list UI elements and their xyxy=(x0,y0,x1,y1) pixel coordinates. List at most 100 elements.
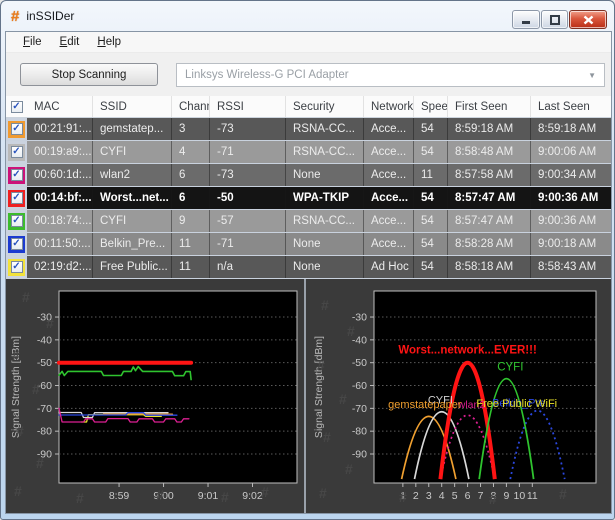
row-checkbox-cell: ✓ xyxy=(6,187,27,209)
header-cell-mac[interactable]: MAC xyxy=(27,96,93,117)
cell-ssid: Free Public... xyxy=(93,256,172,278)
x-tick-label: 7 xyxy=(478,490,484,502)
cell-first_seen: 8:57:47 AM xyxy=(448,187,531,209)
cell-ssid: CYFI xyxy=(93,141,172,163)
network-checkbox[interactable]: ✓ xyxy=(8,121,25,138)
cell-first_seen: 8:58:18 AM xyxy=(448,256,531,278)
cell-ssid: Worst...net... xyxy=(93,187,172,209)
network-checkbox[interactable]: ✓ xyxy=(8,144,25,161)
header-cell-first-seen[interactable]: First Seen xyxy=(448,96,531,117)
network-checkbox[interactable]: ✓ xyxy=(8,213,25,230)
channel-graph: -30-40-50-60-70-80-901234567891011Signal… xyxy=(309,279,611,510)
cell-last_seen: 9:00:18 AM xyxy=(531,233,611,255)
table-row[interactable]: ✓00:18:74:...CYFI9-57RSNA-CC...Acce...54… xyxy=(6,210,611,232)
cell-mac: 00:21:91:... xyxy=(27,118,93,140)
x-tick-label: 9:00 xyxy=(153,490,174,502)
cell-first_seen: 8:57:58 AM xyxy=(448,164,531,186)
stop-scanning-button[interactable]: Stop Scanning xyxy=(20,63,158,86)
checkbox-box: ✓ xyxy=(11,101,23,113)
maximize-button[interactable] xyxy=(541,10,568,29)
cell-security: RSNA-CC... xyxy=(286,141,364,163)
y-tick-label: -60 xyxy=(352,380,367,392)
header-cell-rssi[interactable]: RSSI xyxy=(210,96,286,117)
cell-last_seen: 8:59:18 AM xyxy=(531,118,611,140)
row-checkbox-cell: ✓ xyxy=(6,233,27,255)
cell-first_seen: 8:59:18 AM xyxy=(448,118,531,140)
cell-mac: 02:19:d2:... xyxy=(27,256,93,278)
table-row[interactable]: ✓00:14:bf:...Worst...net...6-50WPA-TKIPA… xyxy=(6,187,611,209)
y-tick-label: -80 xyxy=(352,426,367,438)
menu-item-file[interactable]: File xyxy=(14,34,51,50)
x-tick-label: 11 xyxy=(527,490,538,502)
y-tick-label: -40 xyxy=(37,334,52,346)
cell-network: Acce... xyxy=(364,210,414,232)
menu-item-help[interactable]: Help xyxy=(88,34,130,50)
y-tick-label: -30 xyxy=(37,312,52,324)
y-tick-label: -50 xyxy=(37,357,52,369)
select-all-checkbox[interactable]: ✓ xyxy=(8,98,25,115)
app-icon: # xyxy=(11,9,19,24)
minimize-button[interactable] xyxy=(512,10,540,29)
time-graph-panel[interactable]: -30-40-50-60-70-80-908:599:009:019:02Sig… xyxy=(6,279,304,513)
header-cell-chann[interactable]: Chann xyxy=(172,96,210,117)
x-tick-label: 8 xyxy=(491,490,497,502)
checkbox-box: ✓ xyxy=(11,123,23,135)
table-row[interactable]: ✓00:60:1d:...wlan26-73NoneAcce...118:57:… xyxy=(6,164,611,186)
checkbox-box: ✓ xyxy=(11,146,23,158)
cell-channel: 3 xyxy=(172,118,210,140)
cell-mac: 00:60:1d:... xyxy=(27,164,93,186)
network-checkbox[interactable]: ✓ xyxy=(8,259,25,276)
title-bar[interactable]: # inSSIDer xyxy=(1,1,614,31)
checkbox-box: ✓ xyxy=(11,215,23,227)
cell-last_seen: 9:00:36 AM xyxy=(531,187,611,209)
cell-rssi: -71 xyxy=(210,233,286,255)
checkbox-box: ✓ xyxy=(11,169,23,181)
plot-area xyxy=(59,291,297,483)
network-checkbox[interactable]: ✓ xyxy=(8,167,25,184)
checkbox-box: ✓ xyxy=(11,238,23,250)
cell-first_seen: 8:58:48 AM xyxy=(448,141,531,163)
channel-graph-panel[interactable]: -30-40-50-60-70-80-901234567891011Signal… xyxy=(309,279,611,513)
x-tick-label: 6 xyxy=(465,490,471,502)
x-tick-label: 4 xyxy=(439,490,445,502)
y-tick-label: -90 xyxy=(352,449,367,461)
y-axis-title: Signal Strength [dBm] xyxy=(313,336,325,438)
cell-ssid: wlan2 xyxy=(93,164,172,186)
header-cell-spee[interactable]: Spee xyxy=(414,96,448,117)
close-button[interactable] xyxy=(569,10,607,29)
menu-item-edit[interactable]: Edit xyxy=(51,34,89,50)
network-table: ✓ MACSSIDChannRSSISecurityNetworkSpeeFirs… xyxy=(6,96,611,279)
x-tick-label: 10 xyxy=(514,490,526,502)
network-checkbox[interactable]: ✓ xyxy=(8,190,25,207)
close-icon xyxy=(583,15,594,25)
cell-channel: 11 xyxy=(172,233,210,255)
y-tick-label: -70 xyxy=(37,403,52,415)
cell-mac: 00:18:74:... xyxy=(27,210,93,232)
y-tick-label: -60 xyxy=(37,380,52,392)
cell-first_seen: 8:57:47 AM xyxy=(448,210,531,232)
header-cell-ssid[interactable]: SSID xyxy=(93,96,172,117)
maximize-icon xyxy=(550,15,560,25)
header-cell-security[interactable]: Security xyxy=(286,96,364,117)
row-checkbox-cell: ✓ xyxy=(6,164,27,186)
cell-network: Acce... xyxy=(364,187,414,209)
table-row[interactable]: ✓00:19:a9:...CYFI4-71RSNA-CC...Acce...54… xyxy=(6,141,611,163)
table-row[interactable]: ✓00:21:91:...gemstatep...3-73RSNA-CC...A… xyxy=(6,118,611,140)
table-row[interactable]: ✓02:19:d2:...Free Public...11n/aNoneAd H… xyxy=(6,256,611,278)
cell-speed: 11 xyxy=(414,164,448,186)
row-checkbox-cell: ✓ xyxy=(6,118,27,140)
header-cell-checkbox[interactable]: ✓ xyxy=(6,96,27,117)
table-row[interactable]: ✓00:11:50:...Belkin_Pre...11-71NoneAcce.… xyxy=(6,233,611,255)
adapter-select[interactable]: Linksys Wireless-G PCI Adapter ▼ xyxy=(176,63,605,87)
network-checkbox[interactable]: ✓ xyxy=(8,236,25,253)
cell-rssi: -57 xyxy=(210,210,286,232)
cell-ssid: Belkin_Pre... xyxy=(93,233,172,255)
cell-speed: 54 xyxy=(414,141,448,163)
row-checkbox-cell: ✓ xyxy=(6,210,27,232)
chevron-down-icon: ▼ xyxy=(588,71,596,80)
header-cell-network[interactable]: Network xyxy=(364,96,414,117)
header-cell-last-seen[interactable]: Last Seen xyxy=(531,96,611,117)
x-tick-label: 3 xyxy=(426,490,432,502)
curve-label: Free Public WiFi xyxy=(476,398,557,410)
table-header-row[interactable]: ✓ MACSSIDChannRSSISecurityNetworkSpeeFirs… xyxy=(6,96,611,118)
